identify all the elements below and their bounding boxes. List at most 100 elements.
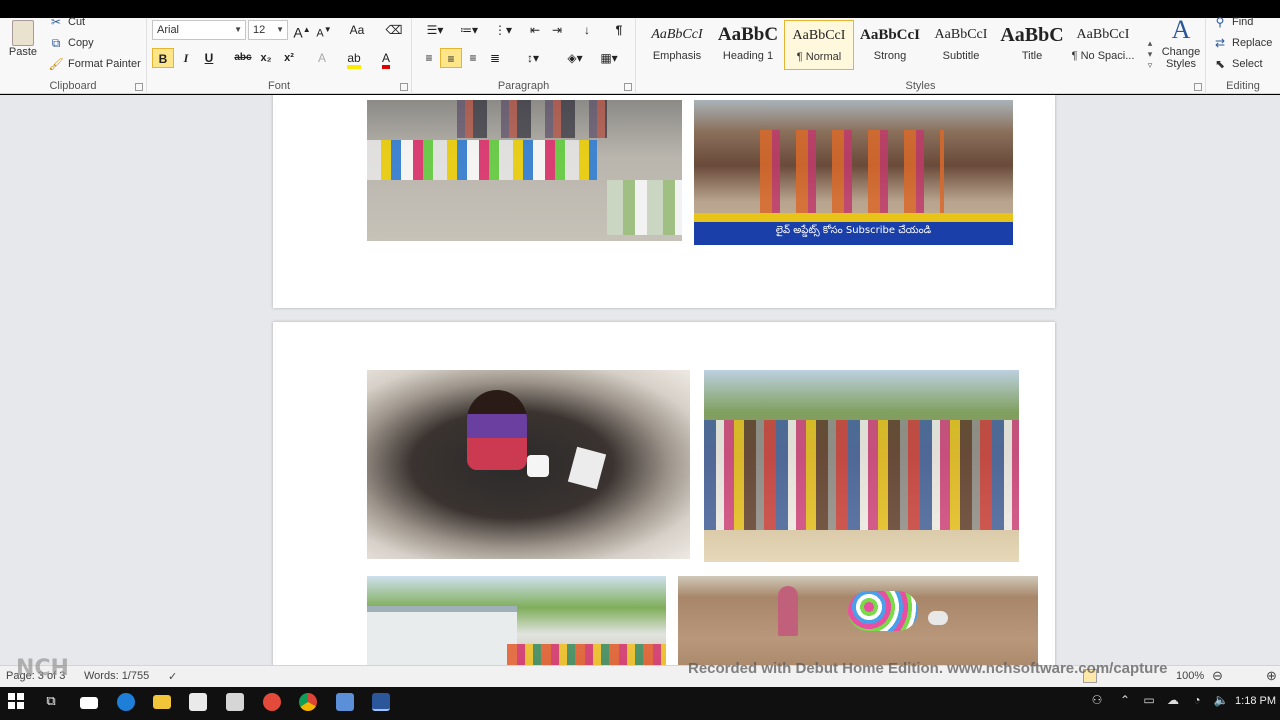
font-size-select[interactable]: 12 ▼	[248, 20, 288, 40]
edge-icon[interactable]	[117, 693, 135, 711]
align-left-icon[interactable]: ≡	[418, 48, 440, 68]
subscript-button[interactable]: x₂	[255, 48, 277, 68]
document-page[interactable]	[273, 322, 1055, 665]
font-group-label: Font	[267, 80, 290, 92]
copy-icon: ⧉	[51, 36, 61, 50]
taskbar: ⧉ ⚇ ⌃ ▭ ☁ ◔ 🔈 1:18 PM	[0, 687, 1280, 720]
text-effects-icon[interactable]: A	[311, 48, 333, 68]
paintbrush-icon: 🖌	[48, 57, 64, 71]
justify-icon[interactable]: ≣	[484, 48, 506, 68]
style-name: Subtitle	[942, 50, 980, 62]
photo-banner-text: లైవ్ అప్డేట్స్ కోసం Subscribe చేయండి	[775, 225, 932, 236]
paste-button[interactable]: Paste	[6, 20, 40, 58]
superscript-button[interactable]: x²	[278, 48, 300, 68]
multilevel-list-icon[interactable]: ⋮▾	[488, 20, 518, 40]
windows-start-icon[interactable]	[8, 693, 26, 711]
file-explorer-icon[interactable]	[153, 695, 171, 709]
highlight-icon[interactable]: ab	[343, 48, 365, 69]
app-window-icon[interactable]	[336, 693, 354, 711]
italic-button[interactable]: I	[175, 48, 197, 68]
document-area[interactable]: లైవ్ అప్డేట్స్ కోసం Subscribe చేయండి	[0, 95, 1280, 665]
replace-button[interactable]: ⇄ Replace	[1212, 35, 1272, 51]
style-tile[interactable]: AaBbCcI ¶ Normal	[784, 20, 854, 70]
bold-button[interactable]: B	[152, 48, 174, 68]
chevron-up-icon: ▴	[1147, 38, 1153, 48]
format-painter-button[interactable]: 🖌 Format Painter	[48, 56, 140, 72]
style-sample: AaBbCcI	[1076, 27, 1130, 42]
style-tile[interactable]: AaBbC Heading 1	[713, 20, 783, 70]
styles-group: AaBbCcI Emphasis AaBbC Heading 1 AaBbCcI ¶ No…	[636, 15, 1206, 94]
chevron-down-icon: ▼	[234, 25, 242, 34]
paragraph-launcher-icon[interactable]	[624, 83, 632, 91]
chevron-down-icon: ▾	[1147, 49, 1153, 59]
show-formatting-button[interactable]: ¶	[608, 20, 630, 40]
style-tile[interactable]: AaBbCcI Strong	[855, 20, 925, 70]
style-tile[interactable]: AaBbC Title	[997, 20, 1067, 70]
font-name-select[interactable]: Arial ▼	[152, 20, 246, 40]
clipboard-group: Paste ✂ Cut ⧉ Copy 🖌 Format Painter Clip…	[0, 15, 147, 94]
zoom-in-icon[interactable]: ⊕	[1266, 668, 1277, 684]
font-launcher-icon[interactable]	[400, 83, 408, 91]
wifi-icon[interactable]: ◔	[1188, 693, 1206, 711]
calculator-icon[interactable]	[226, 693, 244, 711]
document-page[interactable]: లైవ్ అప్డేట్స్ కోసం Subscribe చేయండి	[273, 95, 1055, 308]
cloud-icon[interactable]: ☁	[1164, 693, 1182, 711]
editing-group: ⚲ Find ⇄ Replace ⬉ Select Editing	[1206, 15, 1280, 94]
style-name: ¶ Normal	[796, 51, 842, 63]
style-tile[interactable]: AaBbCcI Subtitle	[926, 20, 996, 70]
editing-group-label: Editing	[1226, 80, 1260, 92]
select-button[interactable]: ⬉ Select	[1212, 56, 1263, 72]
clipboard-launcher-icon[interactable]	[135, 83, 143, 91]
align-center-icon[interactable]: ≡	[440, 48, 462, 68]
borders-icon[interactable]: ▦▾	[594, 48, 624, 68]
zoom-out-icon[interactable]: ⊖	[1212, 668, 1223, 684]
styles-scroll[interactable]: ▴ ▾ ▿	[1144, 38, 1156, 71]
styles-launcher-icon[interactable]	[1194, 83, 1202, 91]
align-right-icon[interactable]: ≡	[462, 48, 484, 68]
style-sample: AaBbCcI	[651, 27, 703, 42]
more-styles-icon: ▿	[1147, 60, 1153, 70]
increase-indent-icon[interactable]: ⇥	[546, 20, 568, 40]
copy-button[interactable]: ⧉ Copy	[48, 35, 94, 51]
grow-font-button[interactable]: A▲	[291, 20, 313, 41]
strikethrough-button[interactable]: abc	[232, 48, 254, 68]
proofing-icon[interactable]: ✓	[168, 670, 177, 683]
font-color-icon[interactable]: A	[375, 48, 397, 69]
people-icon[interactable]: ⚇	[1088, 693, 1106, 711]
replace-icon: ⇄	[1214, 36, 1226, 50]
task-view-icon[interactable]: ⧉	[42, 693, 60, 711]
word-icon[interactable]	[372, 693, 390, 711]
bullets-icon[interactable]: ☰▾	[420, 20, 450, 40]
paste-label: Paste	[8, 46, 38, 58]
store-icon[interactable]	[80, 697, 98, 709]
network-icon[interactable]: ▭	[1140, 693, 1158, 711]
numbering-icon[interactable]: ≔▾	[454, 20, 484, 40]
volume-icon[interactable]: 🔈	[1212, 693, 1230, 711]
decrease-indent-icon[interactable]: ⇤	[524, 20, 546, 40]
photo-crowd-by-houses	[367, 576, 666, 665]
find-button[interactable]: ⚲ Find	[1212, 14, 1254, 30]
app-icon[interactable]	[263, 693, 281, 711]
paste-icon	[12, 20, 34, 46]
style-name: Strong	[873, 50, 907, 62]
chrome-icon[interactable]	[299, 693, 317, 711]
change-case-button[interactable]: Aa	[343, 20, 371, 40]
chevron-up-icon[interactable]: ⌃	[1116, 693, 1134, 711]
nch-logo: NCH	[16, 656, 69, 681]
shading-icon[interactable]: ◈▾	[560, 48, 590, 68]
zoom-level[interactable]: 100%	[1176, 670, 1204, 682]
shrink-font-button[interactable]: A▼	[313, 20, 335, 40]
clear-formatting-icon[interactable]: ⌫	[383, 20, 405, 40]
store-bag-icon[interactable]	[189, 693, 207, 711]
style-tile[interactable]: AaBbCcI ¶ No Spaci...	[1068, 20, 1138, 70]
cut-button[interactable]: ✂ Cut	[48, 14, 85, 30]
underline-button[interactable]: U	[198, 48, 220, 68]
photo-pots-in-dry-field	[678, 576, 1038, 665]
sort-icon[interactable]: ↓	[576, 20, 598, 40]
taskbar-clock[interactable]: 1:18 PM	[1235, 695, 1276, 707]
paragraph-group-label: Paragraph	[497, 80, 550, 92]
style-tile[interactable]: AaBbCcI Emphasis	[642, 20, 712, 70]
line-spacing-icon[interactable]: ↕▾	[518, 48, 548, 68]
change-styles-button[interactable]: A Change Styles	[1158, 14, 1204, 70]
word-count[interactable]: Words: 1/755	[84, 670, 149, 682]
